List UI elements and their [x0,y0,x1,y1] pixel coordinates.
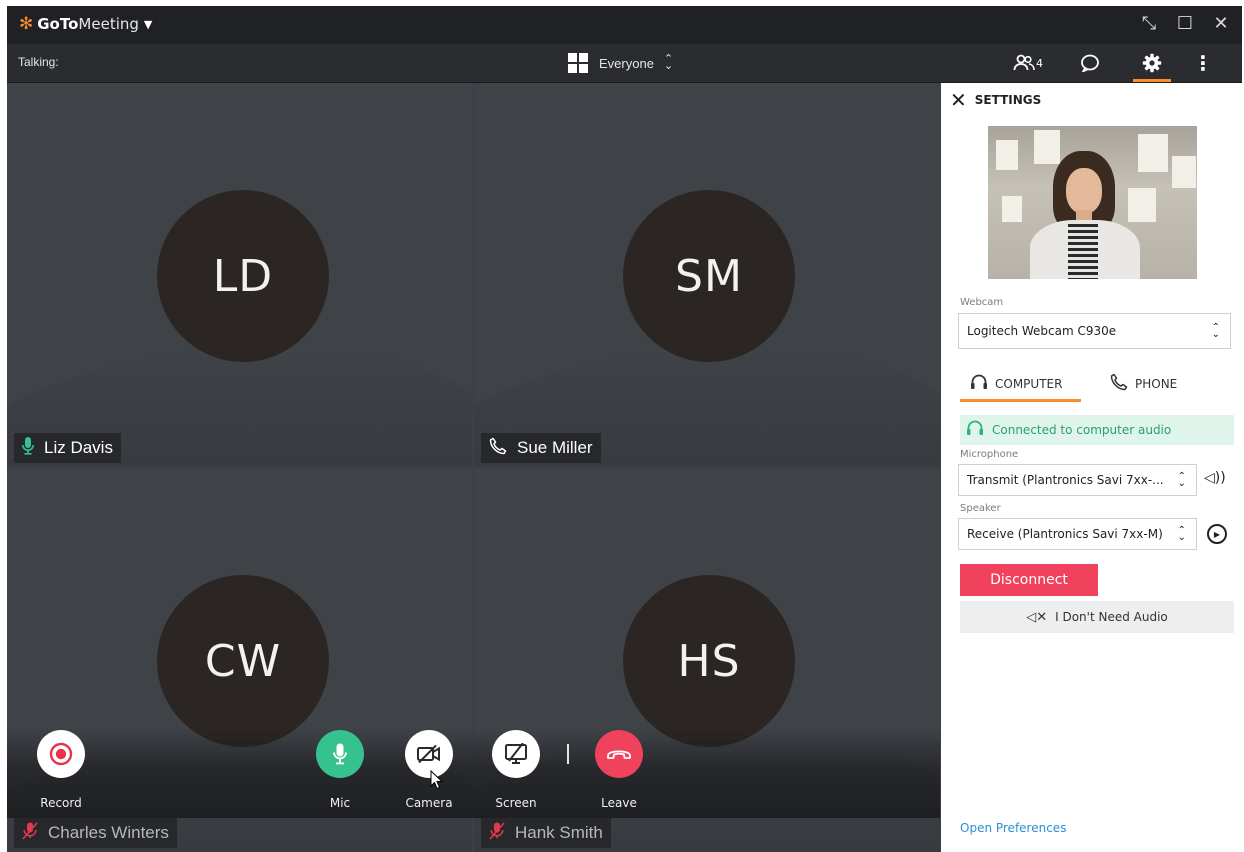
close-icon[interactable]: ✕ [1210,13,1232,34]
tab-phone-label: PHONE [1135,377,1178,391]
camera-off-icon [405,730,453,778]
participant-name-tag: Sue Miller [481,433,601,463]
participant-name: Sue Miller [517,438,593,457]
mic-button[interactable]: Mic [305,730,375,810]
app-menu[interactable]: ✻ GoTo Meeting ▼ [19,15,152,33]
speaker-select[interactable]: Receive (Plantronics Savi 7xx-M) ⌃ ⌄ [958,518,1197,550]
webcam-label: Webcam [960,297,1004,308]
tab-computer[interactable]: COMPUTER [960,366,1081,402]
mouse-cursor-icon [430,770,444,790]
camera-button[interactable]: Camera [394,730,464,810]
participant-name: Charles Winters [48,823,169,842]
camera-label: Camera [405,796,453,810]
webcam-value: Logitech Webcam C930e [967,324,1117,338]
microphone-select[interactable]: Transmit (Plantronics Savi 7xx-... ⌃ ⌄ [958,464,1197,496]
participant-tile-sue: SM Sue Miller [474,83,940,467]
screen-share-button[interactable]: Screen [481,730,551,810]
headset-icon [966,419,984,442]
record-label: Record [40,796,82,810]
participant-name: Hank Smith [515,823,603,842]
screen-off-icon [492,730,540,778]
close-settings-icon[interactable]: ✕ [950,88,967,112]
speaker-muted-icon: ◁✕ [1026,609,1048,625]
people-icon [1013,54,1035,71]
gotomeeting-logo-icon: ✻ [19,13,34,34]
record-button[interactable]: Record [26,730,96,810]
more-vertical-icon[interactable]: ⋮ [1183,44,1223,82]
participant-name-tag: Charles Winters [14,818,177,848]
speaker-value: Receive (Plantronics Savi 7xx-M) [967,527,1163,541]
chevron-down-icon: ▼ [143,17,153,31]
avatar: SM [623,190,795,362]
phone-icon [489,437,507,460]
avatar: HS [623,575,795,747]
updown-arrows-icon: ⌃ ⌄ [1177,525,1186,543]
no-audio-button[interactable]: ◁✕ I Don't Need Audio [960,601,1234,633]
audio-status-banner: Connected to computer audio [960,415,1234,445]
updown-arrows-icon: ⌃ ⌄ [663,53,674,72]
meeting-controls-bar [7,728,940,818]
tab-computer-label: COMPUTER [995,377,1063,391]
gear-icon [1142,53,1162,73]
mic-icon [316,730,364,778]
avatar: LD [157,190,329,362]
chat-button[interactable] [1059,44,1121,82]
record-icon [37,730,85,778]
mic-icon [22,436,34,460]
participant-name-tag: Liz Davis [14,433,121,463]
disconnect-button[interactable]: Disconnect [960,564,1098,596]
grid-layout-icon [568,53,588,73]
microphone-label: Microphone [960,449,1019,460]
participant-tile-liz: LD Liz Davis [7,83,472,467]
leave-button[interactable]: Leave [584,730,654,810]
attendees-button[interactable]: 4 [997,44,1059,82]
play-test-icon[interactable]: ▶ [1207,524,1227,544]
chat-icon [1081,54,1099,72]
title-bar: ✻ GoTo Meeting ▼ ⤡ ☐ ✕ [7,6,1242,44]
maximize-icon[interactable]: ☐ [1174,13,1196,34]
mic-muted-icon [489,821,505,845]
phone-icon [1110,373,1128,396]
updown-arrows-icon: ⌃ ⌄ [1211,322,1220,340]
audio-tabs: COMPUTER PHONE [960,366,1232,402]
layout-label: Everyone [599,55,654,71]
mic-label: Mic [329,796,351,810]
webcam-preview [988,126,1197,279]
brand-bold: GoTo [37,15,79,33]
headset-icon [970,373,988,396]
no-audio-label: I Don't Need Audio [1055,610,1168,624]
speaker-level-icon[interactable]: ◁)) [1204,470,1226,486]
collapse-icon[interactable]: ⤡ [1138,13,1160,34]
meeting-toolbar: Talking: Everyone ⌃ ⌄ 4 ⋮ [7,44,1242,83]
settings-title: SETTINGS [974,93,1042,107]
participant-name: Liz Davis [44,438,113,457]
participant-name-tag: Hank Smith [481,818,611,848]
updown-arrows-icon: ⌃ ⌄ [1177,471,1186,489]
open-preferences-link[interactable]: Open Preferences [960,821,1066,835]
brand-thin: Meeting [78,15,139,33]
audio-status-text: Connected to computer audio [992,423,1172,437]
leave-label: Leave [601,796,637,810]
attendee-count: 4 [1036,56,1043,70]
settings-panel: ✕ SETTINGS Webcam Logitech Webcam C930e … [941,83,1242,852]
settings-button[interactable] [1121,44,1183,82]
controls-divider [567,744,569,764]
webcam-select[interactable]: Logitech Webcam C930e ⌃ ⌄ [958,313,1231,349]
talking-label: Talking: [18,55,59,69]
hang-up-icon [595,730,643,778]
tab-phone[interactable]: PHONE [1110,366,1210,402]
screen-label: Screen [495,796,537,810]
app-window: ✻ GoTo Meeting ▼ ⤡ ☐ ✕ Talking: Everyone… [7,6,1242,852]
layout-selector[interactable]: Everyone ⌃ ⌄ [568,53,673,73]
speaker-label: Speaker [960,503,1001,514]
mic-muted-icon [22,821,38,845]
microphone-value: Transmit (Plantronics Savi 7xx-... [967,473,1164,487]
avatar: CW [157,575,329,747]
